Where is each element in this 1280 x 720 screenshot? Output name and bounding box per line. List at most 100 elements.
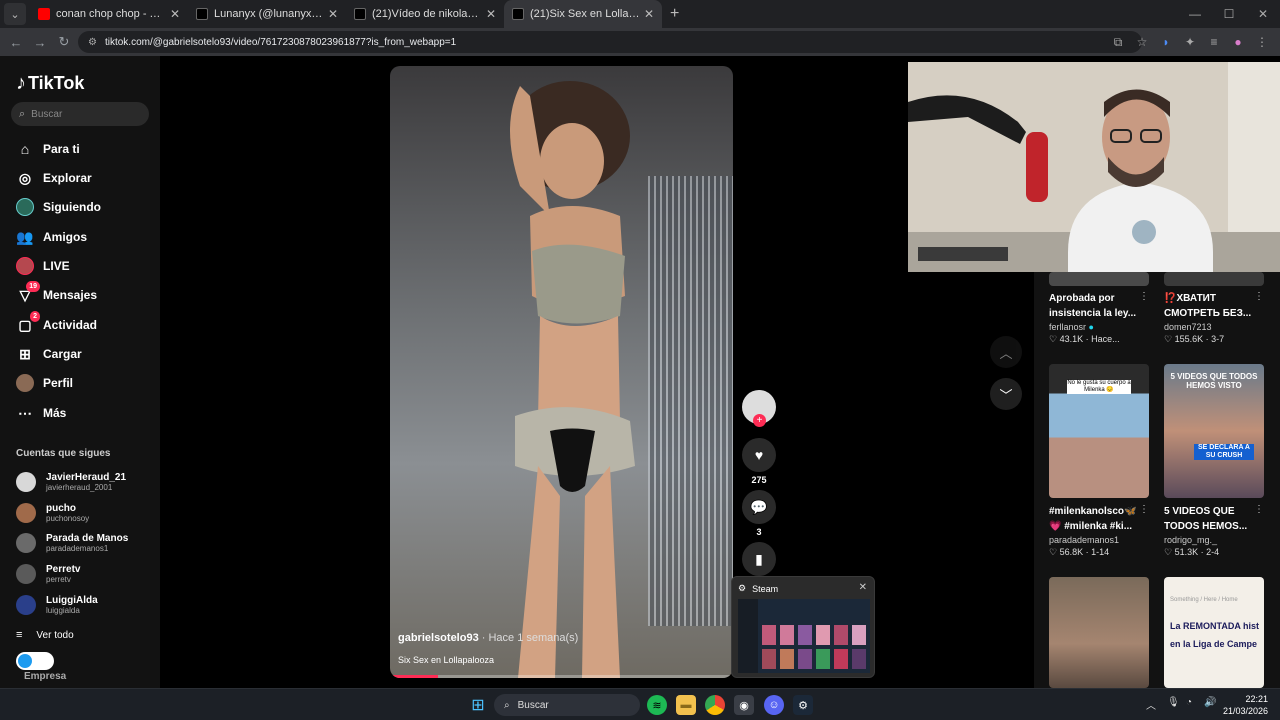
reload-icon[interactable]: ↻ bbox=[52, 34, 76, 50]
minimize-icon[interactable]: — bbox=[1178, 0, 1212, 28]
like-button[interactable]: ♥ bbox=[742, 438, 776, 472]
chrome-icon[interactable] bbox=[705, 695, 725, 715]
install-app-icon[interactable]: ⧉ bbox=[1106, 35, 1130, 50]
close-window-icon[interactable]: ✕ bbox=[1246, 0, 1280, 28]
avatar bbox=[16, 595, 36, 615]
back-icon[interactable]: ← bbox=[4, 35, 28, 50]
video-player[interactable]: gabrielsotelo93 · Hace 1 semana(s) Six S… bbox=[390, 66, 733, 678]
bookmark-star-icon[interactable]: ☆ bbox=[1130, 35, 1154, 49]
tab-search-button[interactable]: ⌄ bbox=[4, 3, 26, 25]
business-label: Empresa bbox=[24, 671, 67, 682]
nav-label: LIVE bbox=[43, 259, 70, 273]
browser-tab-youtube[interactable]: conan chop chop - YouTube ✕ bbox=[30, 0, 188, 28]
card-likes: 56.8K bbox=[1059, 547, 1084, 557]
card-author[interactable]: domen7213 bbox=[1164, 322, 1264, 332]
bookmark-button[interactable]: ▮ bbox=[742, 542, 776, 576]
extensions-puzzle-icon[interactable]: ✦ bbox=[1178, 35, 1202, 49]
see-all-label: Ver todo bbox=[36, 629, 74, 641]
profile-avatar-icon[interactable]: ● bbox=[1226, 35, 1250, 49]
following-account[interactable]: LuiggiAlda luiggialda bbox=[16, 591, 98, 619]
close-tab-icon[interactable]: ✕ bbox=[644, 7, 654, 21]
tiktok-logo[interactable]: ♪ TikTok bbox=[16, 72, 84, 95]
recommended-video-card[interactable]: Aprobada por insistencia la ley... ⋮ fer… bbox=[1049, 291, 1149, 345]
close-tab-icon[interactable]: ✕ bbox=[170, 7, 180, 21]
nav-cargar[interactable]: ⊞ Cargar bbox=[16, 343, 82, 365]
previous-video-button[interactable]: ︿ bbox=[990, 336, 1022, 368]
following-account[interactable]: JavierHeraud_21 javierheraud_2001 bbox=[16, 468, 126, 496]
reading-list-icon[interactable]: ≡ bbox=[1202, 35, 1226, 49]
more-options-icon[interactable]: ⋮ bbox=[1139, 291, 1149, 302]
next-video-button[interactable]: ﹀ bbox=[990, 378, 1022, 410]
video-thumbnail[interactable] bbox=[1049, 577, 1149, 688]
close-preview-icon[interactable]: ✕ bbox=[859, 582, 867, 593]
card-time: Hace... bbox=[1091, 334, 1120, 344]
taskbar-search[interactable]: ⌕ Buscar bbox=[494, 694, 640, 716]
clock-date: 21/03/2026 bbox=[1222, 706, 1268, 716]
video-progress-bar[interactable] bbox=[390, 675, 733, 678]
discord-icon[interactable]: ☺ bbox=[764, 695, 784, 715]
card-author[interactable]: ferllanosr bbox=[1049, 322, 1086, 332]
nav-para-ti[interactable]: ⌂ Para ti bbox=[16, 138, 80, 160]
new-tab-icon[interactable]: + bbox=[670, 5, 679, 23]
volume-icon[interactable]: 🔊 bbox=[1204, 697, 1216, 708]
card-time: 1-14 bbox=[1091, 547, 1110, 557]
windows-start-icon[interactable]: ⊞ bbox=[468, 695, 488, 715]
video-thumbnail[interactable]: Something / Here / Home La REMONTADA his… bbox=[1164, 577, 1264, 688]
forward-icon[interactable]: → bbox=[28, 35, 52, 50]
nav-mensajes[interactable]: ▽ 19 Mensajes bbox=[16, 281, 97, 306]
see-all-link[interactable]: ≡ Ver todo bbox=[16, 629, 74, 641]
recommended-video-card[interactable]: ⁉️ХВАТИТ СМОТРЕТЬ БЕЗ... ⋮ domen7213 ♡ 1… bbox=[1164, 291, 1264, 345]
video-thumbnail[interactable]: No le gusta su cuerpo a Milenka 😔 bbox=[1049, 364, 1149, 498]
browser-tab-active[interactable]: (21)Six Sex en Lollapalooza | Ti ✕ bbox=[504, 0, 662, 28]
video-thumbnail[interactable] bbox=[1049, 272, 1149, 286]
tiktok-favicon-icon bbox=[196, 8, 208, 20]
taskbar-clock[interactable]: 22:21 21/03/2026 bbox=[1223, 693, 1268, 717]
card-author[interactable]: rodrigo_mg._ bbox=[1164, 535, 1264, 545]
steam-taskbar-preview[interactable]: ⚙ Steam ✕ bbox=[731, 576, 875, 678]
menu-icon[interactable]: ⋮ bbox=[1250, 35, 1274, 49]
obs-icon[interactable]: ◉ bbox=[734, 695, 754, 715]
follow-plus-icon[interactable]: + bbox=[753, 414, 766, 427]
microphone-icon[interactable]: 🎙 bbox=[1167, 697, 1180, 708]
extension-icon[interactable]: ◗ bbox=[1154, 35, 1178, 49]
maximize-icon[interactable]: ☐ bbox=[1212, 0, 1246, 28]
comment-button[interactable]: 💬 bbox=[742, 490, 776, 524]
nav-siguiendo[interactable]: Siguiendo bbox=[16, 196, 101, 218]
nav-explorar[interactable]: ◎ Explorar bbox=[16, 167, 92, 189]
nav-mas[interactable]: ⋯ Más bbox=[16, 402, 66, 424]
steam-icon[interactable]: ⚙ bbox=[793, 695, 813, 715]
home-icon: ⌂ bbox=[20, 141, 30, 157]
more-options-icon[interactable]: ⋮ bbox=[1254, 291, 1264, 302]
nav-perfil[interactable]: Perfil bbox=[16, 372, 73, 394]
business-toggle[interactable] bbox=[16, 652, 54, 670]
browser-tab-lunanyx[interactable]: Lunanyx (@lunanyx87) | TikTok ✕ bbox=[188, 0, 346, 28]
search-input[interactable]: ⌕ Buscar bbox=[11, 102, 149, 126]
file-explorer-icon[interactable]: ▬ bbox=[676, 695, 696, 715]
nav-label: Siguiendo bbox=[43, 200, 101, 214]
browser-tab-nikolas[interactable]: (21)Vídeo de nikolas1992 ✕ bbox=[346, 0, 504, 28]
more-icon: ⋯ bbox=[18, 404, 32, 421]
address-bar[interactable]: ⚙ tiktok.com/@gabrielsotelo93/video/7617… bbox=[78, 31, 1142, 53]
recommended-video-card[interactable]: #milenkanolsco🦋 💗 #milenka #ki... ⋮ para… bbox=[1049, 504, 1149, 558]
video-author[interactable]: gabrielsotelo93 · Hace 1 semana(s) bbox=[398, 632, 578, 644]
tray-overflow-icon[interactable]: ︿ bbox=[1146, 697, 1156, 712]
more-options-icon[interactable]: ⋮ bbox=[1254, 504, 1264, 515]
author-name[interactable]: gabrielsotelo93 bbox=[398, 632, 479, 644]
card-author[interactable]: paradademanos1 bbox=[1049, 535, 1149, 545]
nav-actividad[interactable]: ▢ 2 Actividad bbox=[16, 311, 97, 336]
following-account[interactable]: Perretv perretv bbox=[16, 560, 80, 588]
video-thumbnail[interactable]: 5 VIDEOS QUE TODOS HEMOS VISTO SE DECLAR… bbox=[1164, 364, 1264, 498]
recommended-video-card[interactable]: 5 VIDEOS QUE TODOS HEMOS... ⋮ rodrigo_mg… bbox=[1164, 504, 1264, 558]
following-account[interactable]: pucho puchonosoy bbox=[16, 499, 89, 527]
close-tab-icon[interactable]: ✕ bbox=[486, 7, 496, 21]
site-info-icon[interactable]: ⚙ bbox=[88, 37, 97, 48]
video-thumbnail[interactable] bbox=[1164, 272, 1264, 286]
nav-live[interactable]: LIVE bbox=[16, 255, 70, 277]
more-options-icon[interactable]: ⋮ bbox=[1139, 504, 1149, 515]
nav-amigos[interactable]: 👥 Amigos bbox=[16, 226, 87, 248]
spotify-icon[interactable]: ≋ bbox=[647, 695, 667, 715]
network-icon[interactable]: ◔ bbox=[1186, 697, 1192, 708]
account-name: Parada de Manos bbox=[46, 533, 129, 544]
close-tab-icon[interactable]: ✕ bbox=[328, 7, 338, 21]
following-account[interactable]: Parada de Manos paradademanos1 bbox=[16, 529, 128, 557]
